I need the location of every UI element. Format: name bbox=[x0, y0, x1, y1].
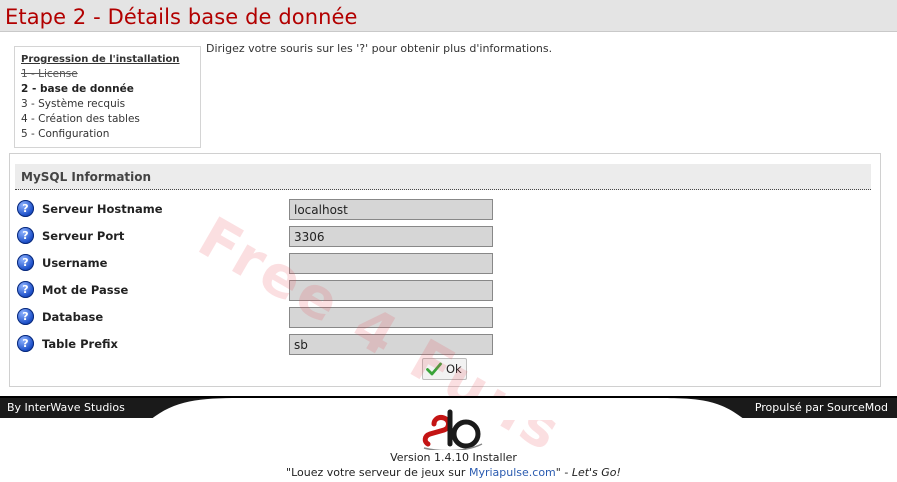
port-label: Serveur Port bbox=[42, 229, 125, 243]
tagline-middle: " - bbox=[555, 466, 572, 479]
question-mark-icon[interactable]: ? bbox=[17, 254, 34, 271]
form-row-port: ? Serveur Port bbox=[17, 226, 507, 248]
progress-title: Progression de l'installation bbox=[21, 54, 180, 65]
form-row-hostname: ? Serveur Hostname bbox=[17, 199, 507, 221]
section-header: MySQL Information bbox=[15, 164, 871, 190]
checkmark-icon bbox=[426, 362, 442, 376]
mysql-information-panel: MySQL Information ? Serveur Hostname ? S… bbox=[9, 153, 881, 387]
form-row-table-prefix: ? Table Prefix bbox=[17, 334, 507, 356]
port-input[interactable] bbox=[289, 226, 493, 247]
page-title: Etape 2 - Détails base de donnée bbox=[5, 5, 358, 29]
progress-step-configuration: 5 - Configuration bbox=[21, 128, 110, 140]
password-input[interactable] bbox=[289, 280, 493, 301]
page-header: Etape 2 - Détails base de donnée bbox=[0, 0, 897, 32]
tagline-slogan: Let's Go! bbox=[571, 466, 621, 479]
question-mark-icon[interactable]: ? bbox=[17, 200, 34, 217]
footer-credits: By InterWave Studios bbox=[7, 401, 125, 414]
hostname-label: Serveur Hostname bbox=[42, 202, 163, 216]
footer-tagline: "Louez votre serveur de jeux sur Myriapu… bbox=[0, 466, 897, 479]
progress-step-license: 1 - License bbox=[21, 68, 78, 80]
form-row-database: ? Database bbox=[17, 307, 507, 329]
form-row-password: ? Mot de Passe bbox=[17, 280, 507, 302]
question-mark-icon[interactable]: ? bbox=[17, 227, 34, 244]
progress-step-system-requirements: 3 - Système recquis bbox=[21, 98, 126, 110]
progress-step-table-creation: 4 - Création des tables bbox=[21, 113, 140, 125]
username-label: Username bbox=[42, 256, 108, 270]
database-label: Database bbox=[42, 310, 104, 324]
footer-powered-by: Propulsé par SourceMod bbox=[754, 401, 888, 414]
progress-step-database: 2 - base de donnée bbox=[21, 83, 134, 95]
password-label: Mot de Passe bbox=[42, 283, 129, 297]
installer-version: Version 1.4.10 Installer bbox=[390, 451, 517, 464]
table-prefix-label: Table Prefix bbox=[42, 337, 118, 351]
database-input[interactable] bbox=[289, 307, 493, 328]
installation-progress-panel: Progression de l'installation 1 - Licens… bbox=[14, 46, 201, 148]
section-title: MySQL Information bbox=[21, 170, 152, 184]
question-mark-icon[interactable]: ? bbox=[17, 335, 34, 352]
table-prefix-input[interactable] bbox=[289, 334, 493, 355]
ok-button-label: Ok bbox=[446, 362, 462, 376]
question-mark-icon[interactable]: ? bbox=[17, 281, 34, 298]
help-instructions: Dirigez votre souris sur les '?' pour ob… bbox=[206, 42, 553, 55]
question-mark-icon[interactable]: ? bbox=[17, 308, 34, 325]
ok-button[interactable]: Ok bbox=[422, 358, 467, 380]
sb-logo-icon bbox=[422, 409, 483, 450]
tagline-prefix: "Louez votre serveur de jeux sur bbox=[286, 466, 469, 479]
myriapulse-link[interactable]: Myriapulse.com bbox=[469, 466, 556, 479]
username-input[interactable] bbox=[289, 253, 493, 274]
form-row-username: ? Username bbox=[17, 253, 507, 275]
hostname-input[interactable] bbox=[289, 199, 493, 220]
